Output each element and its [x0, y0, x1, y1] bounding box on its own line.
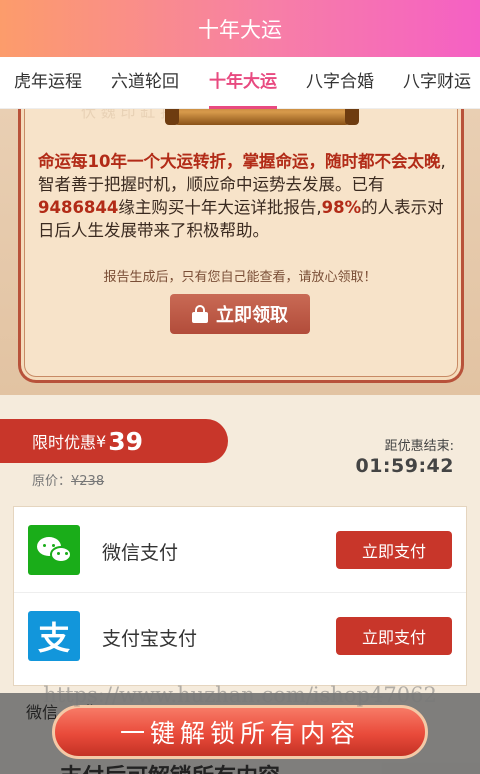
- payment-option-wechat[interactable]: 微信支付 立即支付: [14, 507, 466, 593]
- tab-six-realms[interactable]: 六道轮回: [111, 57, 179, 109]
- countdown-timer: 01:59:42: [355, 455, 454, 477]
- price-label: 限时优惠: [32, 433, 97, 452]
- unlock-all-button[interactable]: 一键解锁所有内容: [52, 705, 428, 759]
- behind-text-bottom: 支付后可解锁所有内容: [60, 759, 280, 774]
- current-price: 39: [108, 426, 143, 456]
- scroll-image: [165, 109, 359, 125]
- countdown-label: 距优惠结束:: [384, 439, 454, 454]
- tab-wealth[interactable]: 八字财运: [403, 57, 471, 109]
- original-price: 原价：¥238: [32, 474, 105, 489]
- tab-tiger-year[interactable]: 虎年运程: [14, 57, 82, 109]
- page-title: 十年大运: [198, 17, 282, 42]
- price-badge: 限时优惠 ¥ 39: [0, 419, 228, 463]
- satisfaction-percent: 98%: [321, 198, 362, 217]
- privacy-note: 报告生成后，只有您自己能查看，请放心领取！: [103, 270, 377, 285]
- payment-name: 微信支付: [102, 542, 179, 564]
- tab-ten-year-fortune[interactable]: 十年大运: [209, 57, 277, 109]
- wechat-pay-button[interactable]: 立即支付: [336, 531, 452, 569]
- claim-button-label: 立即领取: [216, 305, 288, 326]
- payment-option-alipay[interactable]: 支 支付宝支付 立即支付: [14, 593, 466, 679]
- tab-bar: 虎年运程 六道轮回 十年大运 八字合婚 八字财运: [0, 57, 480, 109]
- app-header: 十年大运: [0, 0, 480, 57]
- currency-symbol: ¥: [96, 431, 107, 451]
- alipay-icon: 支: [28, 611, 80, 661]
- alipay-pay-button[interactable]: 立即支付: [336, 617, 452, 655]
- tab-marriage[interactable]: 八字合婚: [306, 57, 374, 109]
- payment-options: 微信支付 立即支付 支 支付宝支付 立即支付: [13, 506, 467, 686]
- lock-icon: [192, 305, 208, 323]
- payment-name: 支付宝支付: [102, 628, 198, 650]
- watermark-text: https://www.huzhan.com/ishop47062: [43, 683, 437, 707]
- promo-section: 限时优惠 ¥ 39 原价：¥238 距优惠结束: 01:59:42: [0, 395, 480, 505]
- intro-highlight: 命运每10年一个大运转折，掌握命运，随时都不会太晚: [38, 152, 441, 171]
- buyer-count: 9486844: [38, 198, 119, 217]
- intro-paragraph: 命运每10年一个大运转折，掌握命运，随时都不会太晚,智者善于把握时机，顺应命中运…: [38, 152, 446, 240]
- wechat-icon: [28, 525, 80, 575]
- claim-button[interactable]: 立即领取: [170, 294, 310, 334]
